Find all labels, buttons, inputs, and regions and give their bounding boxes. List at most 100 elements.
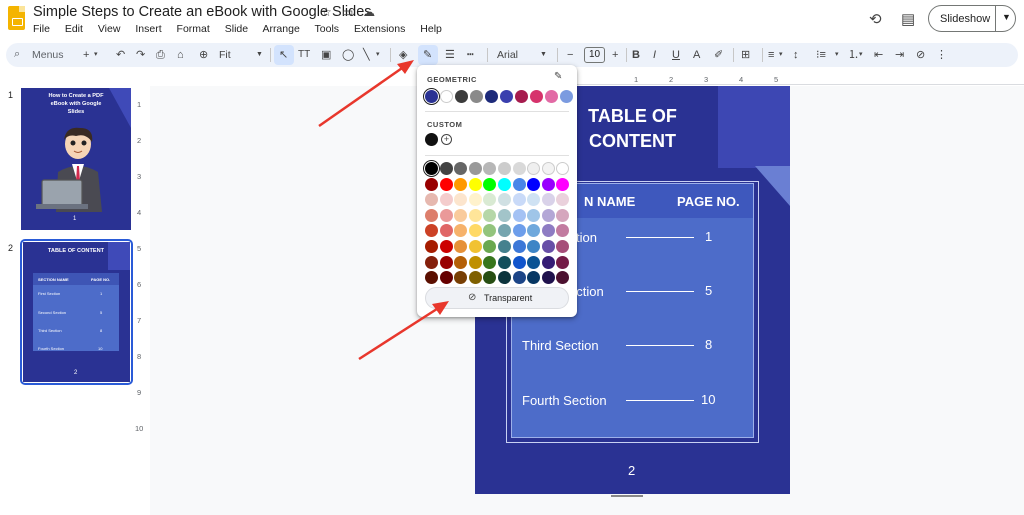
align-icon[interactable]: ≡ [768,47,774,63]
color-grid-swatch[interactable] [483,162,497,175]
color-grid-swatch[interactable] [512,162,526,175]
color-grid-swatch[interactable] [541,162,555,175]
color-grid-swatch[interactable] [425,208,438,222]
theme-color-swatch[interactable] [470,90,483,103]
highlight-icon[interactable]: ✐ [714,47,723,63]
numbered-list-dropdown-icon[interactable]: ▾ [859,47,863,63]
menu-tools[interactable]: Tools [315,23,340,35]
bulleted-list-dropdown-icon[interactable]: ▾ [835,47,839,63]
color-grid-swatch[interactable] [512,177,526,191]
color-grid-swatch[interactable] [454,177,468,191]
line-icon[interactable]: ╲ [363,47,370,63]
color-grid-swatch[interactable] [468,240,482,253]
color-grid-swatch[interactable] [541,224,555,238]
color-grid-swatch[interactable] [512,193,526,207]
line-spacing-icon[interactable]: ↕ [793,47,799,63]
font-dropdown-icon[interactable]: ▼ [540,47,547,63]
color-grid-swatch[interactable] [483,208,497,222]
font-size-input[interactable]: 10 [584,47,605,63]
decrease-indent-icon[interactable]: ⇤ [874,47,883,63]
color-grid-swatch[interactable] [439,240,453,253]
menu-view[interactable]: View [98,23,121,35]
color-grid-swatch[interactable] [454,255,468,269]
theme-color-swatch[interactable] [425,90,438,103]
zoom-value[interactable]: Fit [219,47,231,63]
border-color-icon[interactable]: ✎ [423,47,432,63]
color-grid-swatch[interactable] [468,224,482,238]
line-dropdown-icon[interactable]: ▾ [376,47,380,63]
color-grid-swatch[interactable] [483,224,497,238]
color-grid-swatch[interactable] [556,193,570,207]
color-grid-swatch[interactable] [468,255,482,269]
vertical-ruler[interactable]: 1 2 3 4 5 6 7 8 9 10 [135,88,148,513]
color-grid-swatch[interactable] [498,193,511,207]
text-box-icon[interactable]: TT [298,47,310,63]
increase-indent-icon[interactable]: ⇥ [895,47,904,63]
slides-logo-icon[interactable] [8,6,25,30]
increase-font-icon[interactable]: + [612,47,618,63]
menu-extensions[interactable]: Extensions [354,23,405,35]
color-grid-swatch[interactable] [439,271,453,285]
underline-icon[interactable]: U [672,47,680,63]
color-grid-swatch[interactable] [425,224,438,238]
print-icon[interactable]: ⎙ [156,47,165,63]
theme-color-swatch[interactable] [530,90,543,103]
color-grid-swatch[interactable] [556,208,570,222]
color-grid-swatch[interactable] [556,224,570,238]
move-folder-icon[interactable]: ▭ [342,5,353,19]
theme-color-swatch[interactable] [440,90,453,103]
menus-search[interactable]: ⌕ Menus [10,46,74,64]
color-grid-swatch[interactable] [483,193,497,207]
theme-color-swatch[interactable] [545,90,558,103]
custom-color-swatch[interactable] [425,133,438,146]
more-options-icon[interactable]: ⋮ [936,47,947,63]
slideshow-button[interactable]: Slideshow ▼ [928,5,1016,32]
zoom-icon[interactable]: ⊕ [199,47,208,63]
border-dash-icon[interactable]: ┅ [467,47,474,63]
color-grid-swatch[interactable] [498,162,511,175]
menu-slide[interactable]: Slide [225,23,248,35]
clear-formatting-icon[interactable]: ⊘ [916,47,925,63]
color-grid-swatch[interactable] [512,255,526,269]
color-grid-swatch[interactable] [454,193,468,207]
color-grid-swatch[interactable] [556,162,570,175]
align-dropdown-icon[interactable]: ▾ [779,47,783,63]
color-grid-swatch[interactable] [498,224,511,238]
color-grid-swatch[interactable] [556,255,570,269]
scroll-handle[interactable] [611,495,643,497]
color-grid-swatch[interactable] [541,177,555,191]
bold-icon[interactable]: B [632,47,640,63]
transparent-button[interactable]: ⊘ Transparent [425,287,569,309]
color-grid-swatch[interactable] [527,208,541,222]
color-grid-swatch[interactable] [425,193,438,207]
theme-color-swatch[interactable] [455,90,468,103]
select-icon[interactable]: ↖ [279,47,288,63]
color-grid-swatch[interactable] [498,177,511,191]
color-grid-swatch[interactable] [468,271,482,285]
color-grid-swatch[interactable] [425,177,438,191]
theme-color-swatch[interactable] [515,90,528,103]
color-grid-swatch[interactable] [439,208,453,222]
version-history-icon[interactable]: ⟲ [869,10,882,28]
color-grid-swatch[interactable] [454,162,468,175]
color-grid-swatch[interactable] [541,193,555,207]
color-grid-swatch[interactable] [541,255,555,269]
bulleted-list-icon[interactable]: ⁝≡ [816,47,826,63]
menu-arrange[interactable]: Arrange [262,23,299,35]
color-grid-swatch[interactable] [483,255,497,269]
color-grid-swatch[interactable] [541,208,555,222]
color-grid-swatch[interactable] [454,240,468,253]
color-grid-swatch[interactable] [541,271,555,285]
menu-edit[interactable]: Edit [65,23,83,35]
color-grid-swatch[interactable] [425,240,438,253]
redo-icon[interactable]: ↷ [136,47,145,63]
color-grid-swatch[interactable] [425,271,438,285]
color-grid-swatch[interactable] [527,224,541,238]
italic-icon[interactable]: I [653,47,656,63]
theme-color-swatch[interactable] [500,90,513,103]
color-grid-swatch[interactable] [527,255,541,269]
theme-color-swatch[interactable] [485,90,498,103]
color-grid-swatch[interactable] [527,177,541,191]
color-grid-swatch[interactable] [439,162,453,175]
color-grid-swatch[interactable] [527,271,541,285]
